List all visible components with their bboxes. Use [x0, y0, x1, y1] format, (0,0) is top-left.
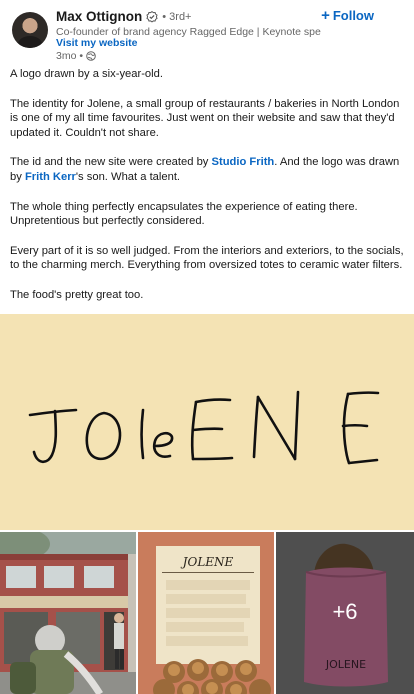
follow-button[interactable]: + Follow [321, 8, 374, 23]
menu-logo-text: JOLENE [180, 555, 234, 569]
post-paragraph: The id and the new site were created by … [10, 155, 410, 184]
text-segment: 's son. What a talent. [75, 170, 181, 183]
text-segment: The id and the new site were created by [10, 156, 212, 169]
menu-photo-thumbnail[interactable]: JOLENE [138, 532, 274, 694]
frith-kerr-link[interactable]: Frith Kerr [25, 171, 76, 183]
post-header: Max Ottignon • 3rd+ Co-founder of brand … [0, 0, 414, 66]
author-name-row: Max Ottignon • 3rd+ [56, 9, 191, 24]
post-paragraph: A logo drawn by a six-year-old. [10, 68, 163, 80]
jolene-logo-drawing [28, 390, 380, 465]
more-photos-overlay[interactable]: +6 [276, 532, 414, 694]
hero-image[interactable] [0, 314, 414, 530]
post-paragraph: The whole thing perfectly encapsulates t… [10, 200, 358, 228]
author-avatar[interactable] [12, 12, 48, 48]
menu-illustration: JOLENE [138, 532, 274, 694]
post-paragraph: The identity for Jolene, a small group o… [10, 97, 400, 139]
studio-frith-link[interactable]: Studio Frith [212, 156, 275, 168]
linkedin-post: Max Ottignon • 3rd+ Co-founder of brand … [0, 0, 414, 694]
thumbnail-strip: JOLENE JOLENE +6 [0, 532, 414, 694]
post-text: A logo drawn by a six-year-old. The iden… [10, 67, 410, 318]
follow-label: Follow [332, 8, 374, 23]
post-paragraph: The food's pretty great too. [10, 288, 144, 301]
post-time: 3mo • [56, 50, 84, 62]
post-meta: 3mo • [56, 50, 96, 62]
tote-bag-photo-thumbnail[interactable]: JOLENE +6 [276, 532, 414, 694]
author-name[interactable]: Max Ottignon [56, 9, 142, 24]
connection-degree: • 3rd+ [162, 10, 192, 23]
globe-icon [86, 51, 96, 61]
plus-icon: + [321, 7, 330, 24]
visit-website-link[interactable]: Visit my website [56, 37, 138, 49]
post-paragraph: Every part of it is so well judged. From… [10, 244, 404, 272]
storefront-photo-thumbnail[interactable] [0, 532, 136, 694]
verified-badge-icon [146, 10, 158, 23]
storefront-illustration [0, 532, 136, 694]
